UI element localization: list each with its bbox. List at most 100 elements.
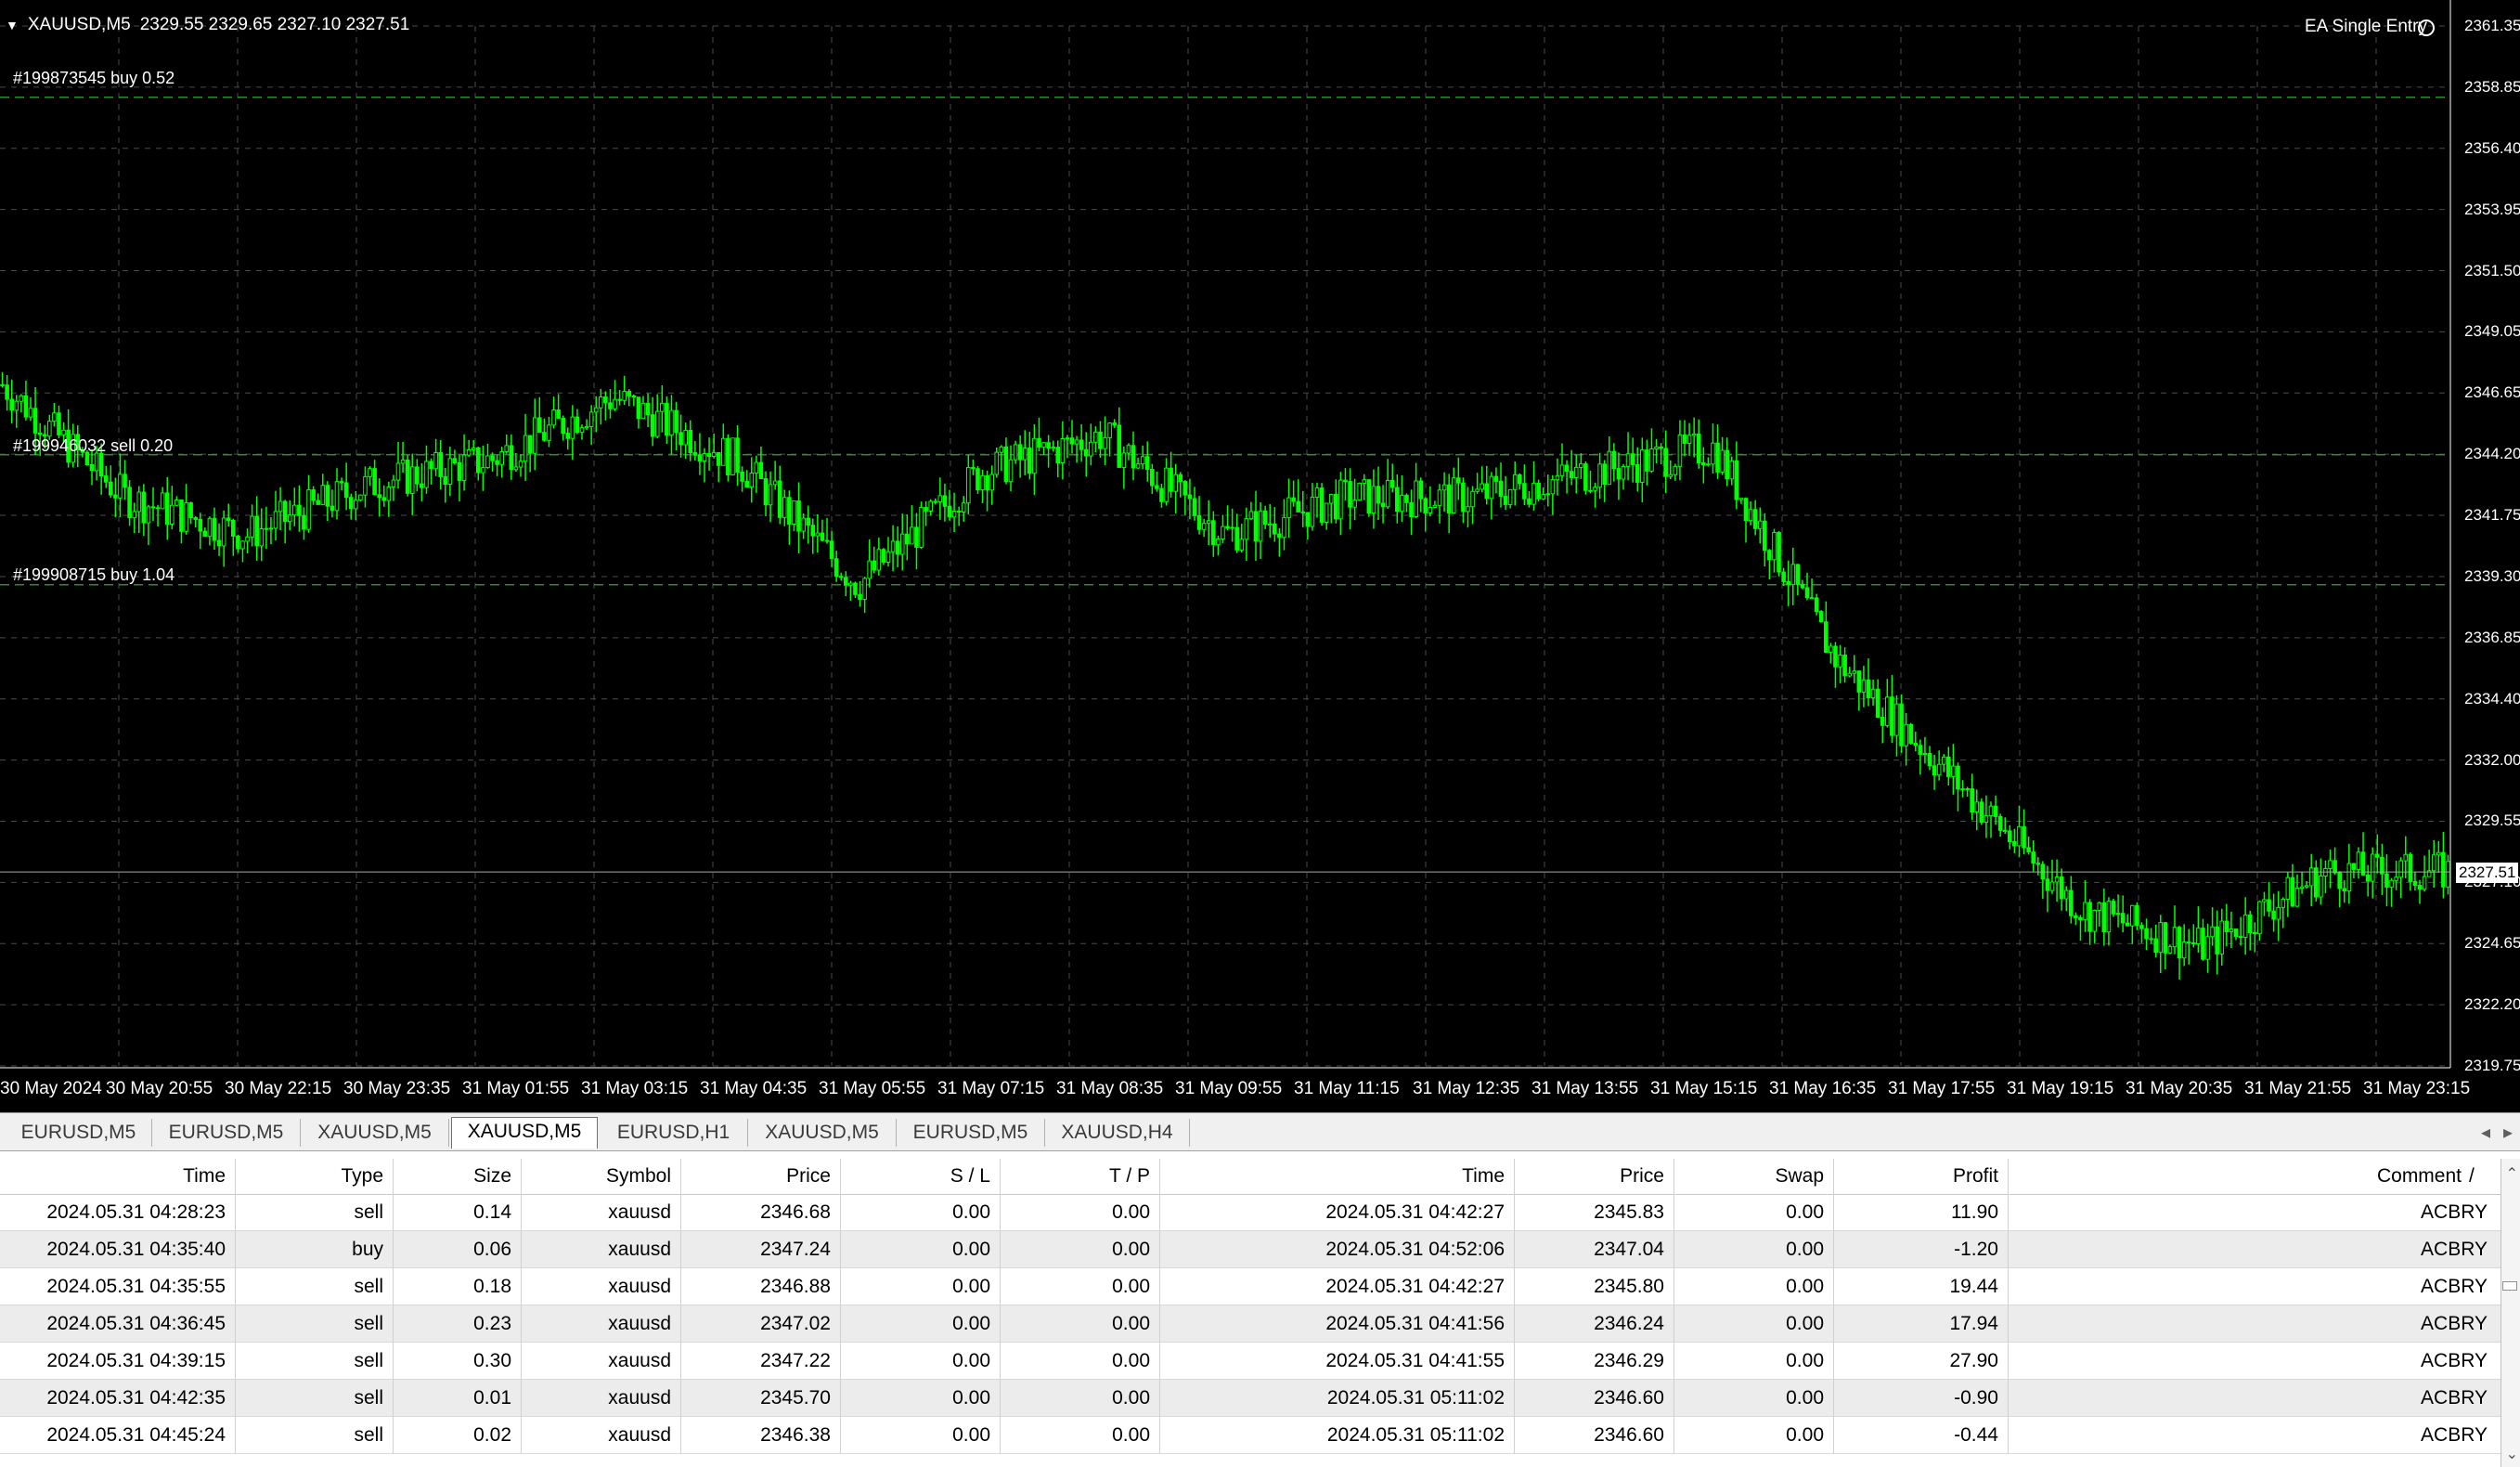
candle-body: [1423, 498, 1428, 513]
expert-advisor-label: EA Single Entry: [2304, 17, 2427, 36]
candle-body: [2356, 851, 2361, 870]
candle-body: [669, 409, 674, 436]
time-tick-label: 31 May 03:15: [581, 1079, 689, 1098]
cell-close-price: 2345.80: [1515, 1268, 1674, 1305]
candle-body: [52, 412, 57, 422]
chart-tab[interactable]: EURUSD,M5: [6, 1119, 152, 1147]
tab-scroll-right-icon[interactable]: ▸: [2503, 1121, 2513, 1144]
cell-comment: ACBRY: [2009, 1305, 2501, 1343]
table-row[interactable]: 2024.05.31 04:36:45 sell 0.23 xauusd 2347.02…: [0, 1305, 2501, 1343]
column-header-comment[interactable]: Comment: [2009, 1159, 2501, 1194]
column-header-type[interactable]: Type: [236, 1159, 394, 1194]
candle-body: [716, 451, 721, 466]
collapse-triangle-icon[interactable]: ▼: [6, 18, 19, 32]
candle-body: [259, 528, 265, 547]
candle-body: [2436, 851, 2441, 856]
table-row[interactable]: 2024.05.31 04:45:24 sell 0.02 xauusd 2346.38…: [0, 1417, 2501, 1454]
chart-tab[interactable]: XAUUSD,M5: [301, 1119, 449, 1147]
expert-smiley-icon[interactable]: [2418, 19, 2435, 36]
candle-body: [1790, 564, 1796, 586]
candle-body: [395, 462, 401, 481]
scroll-up-icon[interactable]: ⌃: [2506, 1164, 2518, 1183]
account-history-table: Time Type Size Symbol Price S / L T / P …: [0, 1159, 2501, 1467]
chart-tab[interactable]: EURUSD,M5: [152, 1119, 301, 1147]
candle-body: [547, 424, 551, 441]
table-row[interactable]: 2024.05.31 04:35:55 sell 0.18 xauusd 2346.88…: [0, 1268, 2501, 1305]
candle-body: [409, 466, 415, 494]
column-header-close-price[interactable]: Price: [1515, 1159, 1674, 1194]
candle-body: [1328, 493, 1334, 504]
candle-body: [617, 398, 622, 401]
table-row[interactable]: 2024.05.31 04:35:40 buy 0.06 xauusd 2347.24 0…: [0, 1231, 2501, 1268]
chart-tab[interactable]: EURUSD,M5: [897, 1119, 1045, 1147]
table-row[interactable]: 2024.05.31 04:42:35 sell 0.01 xauusd 2345.70…: [0, 1380, 2501, 1417]
candle-body: [782, 497, 787, 518]
candle-body: [1380, 502, 1386, 508]
candle-body: [2074, 915, 2078, 918]
candle-body: [1277, 533, 1282, 539]
candle-body: [245, 536, 250, 542]
cell-swap: 0.00: [1674, 1194, 1834, 1231]
price-tick-label: 2353.95: [2464, 200, 2520, 218]
candle-body: [928, 500, 933, 512]
candle-body: [1253, 511, 1259, 542]
candle-body: [339, 481, 344, 484]
cell-sl: 0.00: [841, 1343, 1001, 1380]
candle-body: [919, 507, 924, 548]
table-vertical-scrollbar[interactable]: [2501, 1159, 2520, 1467]
column-header-sl[interactable]: S / L: [841, 1159, 1001, 1194]
candle-body: [37, 432, 43, 435]
candle-body: [433, 451, 438, 470]
candle-body: [1630, 453, 1635, 465]
scroll-down-icon[interactable]: ⌄: [2506, 1445, 2518, 1463]
candle-body: [2304, 885, 2309, 888]
candle-body: [1818, 611, 1824, 623]
table-row[interactable]: 2024.05.31 04:28:23 sell 0.14 xauusd 2346.68…: [0, 1194, 2501, 1231]
candle-body: [1164, 467, 1169, 502]
price-tick-label: 2332.00: [2464, 750, 2520, 769]
table-row[interactable]: 2024.05.31 04:39:15 sell 0.30 xauusd 2347.22…: [0, 1343, 2501, 1380]
chart-tab-active[interactable]: XAUUSD,M5: [451, 1117, 598, 1149]
cell-type: sell: [236, 1305, 394, 1343]
candle-body: [513, 466, 519, 471]
column-header-size[interactable]: Size: [394, 1159, 522, 1194]
candle-body: [838, 576, 844, 578]
candle-body: [645, 402, 651, 416]
candle-body: [1239, 539, 1245, 551]
column-header-time[interactable]: Time: [0, 1159, 236, 1194]
chart-tab[interactable]: XAUUSD,M5: [748, 1119, 897, 1147]
candle-body: [1027, 448, 1032, 474]
column-header-symbol[interactable]: Symbol: [522, 1159, 681, 1194]
cell-symbol: xauusd: [522, 1194, 681, 1231]
price-chart[interactable]: [0, 0, 2520, 1112]
column-header-tp[interactable]: T / P: [1001, 1159, 1160, 1194]
cell-size: 0.02: [394, 1417, 522, 1454]
cell-sl: 0.00: [841, 1268, 1001, 1305]
candle-body: [654, 410, 660, 437]
candle-body: [316, 500, 320, 505]
candle-body: [1400, 494, 1404, 513]
scrollbar-thumb[interactable]: [2502, 1281, 2517, 1291]
candle-body: [556, 409, 561, 419]
chart-window[interactable]: ▼ XAUUSD,M5 2329.55 2329.65 2327.10 2327…: [0, 0, 2520, 1112]
cell-time: 2024.05.31 04:35:55: [0, 1268, 236, 1305]
candle-body: [509, 445, 514, 471]
candle-body: [951, 511, 957, 518]
chart-tab[interactable]: XAUUSD,H4: [1045, 1119, 1190, 1147]
candle-body: [853, 582, 858, 595]
candle-body: [1456, 477, 1461, 484]
candle-body: [895, 540, 900, 555]
cell-tp: 0.00: [1001, 1194, 1160, 1231]
candle-body: [758, 461, 764, 479]
candle-body: [1956, 765, 1960, 790]
tab-scroll-left-icon[interactable]: ◂: [2481, 1121, 2490, 1144]
column-header-swap[interactable]: Swap: [1674, 1159, 1834, 1194]
column-header-profit[interactable]: Profit: [1834, 1159, 2009, 1194]
column-header-price[interactable]: Price: [681, 1159, 841, 1194]
candle-body: [2049, 881, 2055, 891]
candle-body: [876, 549, 882, 571]
column-header-close-time[interactable]: Time: [1160, 1159, 1515, 1194]
candle-body: [1654, 446, 1659, 450]
price-tick-label: 2329.55: [2464, 811, 2520, 830]
chart-tab[interactable]: EURUSD,H1: [600, 1119, 748, 1147]
